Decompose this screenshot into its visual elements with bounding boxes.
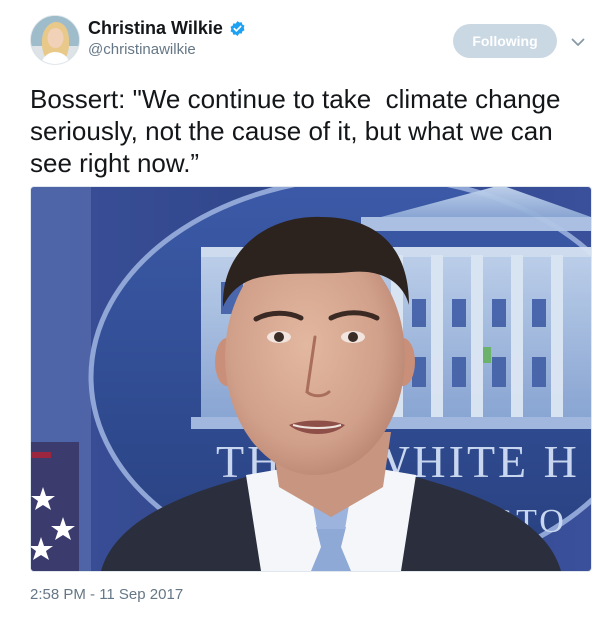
user-handle: @christinawilkie — [88, 41, 196, 58]
user-info[interactable]: Christina Wilkie @christinawilkie — [88, 17, 246, 59]
tweet-photo[interactable]: TH WHITE H NGTO — [30, 186, 592, 572]
avatar-image — [31, 16, 79, 64]
tweet-text: Bossert: "We continue to take climate ch… — [30, 84, 568, 178]
press-briefing-photo: TH WHITE H NGTO — [31, 187, 591, 571]
tweet-card: Christina Wilkie @christinawilkie Follow… — [0, 0, 615, 620]
chevron-down-icon — [571, 38, 585, 46]
avatar[interactable] — [30, 15, 80, 65]
display-name[interactable]: Christina Wilkie — [88, 17, 223, 39]
following-button[interactable]: Following — [453, 24, 557, 58]
more-options-button[interactable] — [569, 33, 587, 51]
display-name-row: Christina Wilkie — [88, 17, 246, 39]
verified-badge-icon — [229, 20, 246, 37]
tweet-timestamp[interactable]: 2:58 PM - 11 Sep 2017 — [30, 585, 183, 605]
